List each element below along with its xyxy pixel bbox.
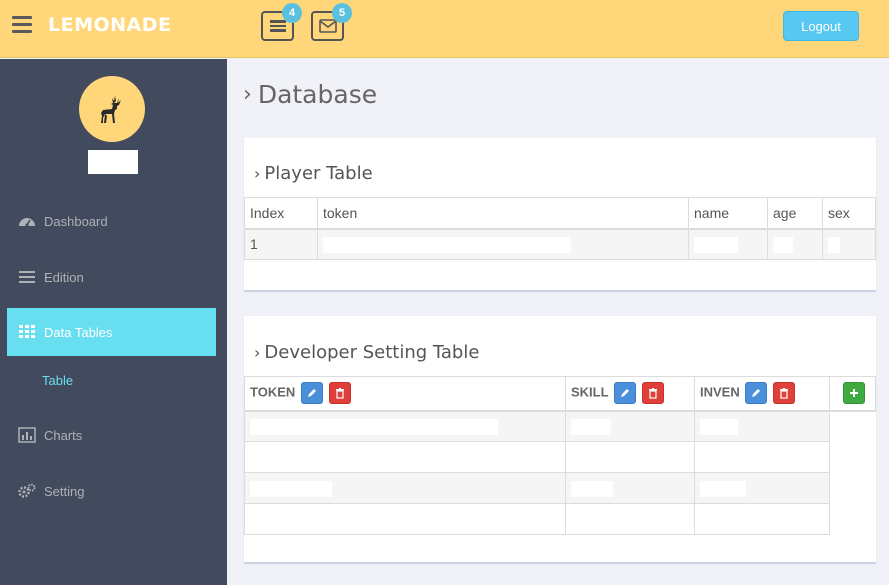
- player-table: Index token name age sex 1: [244, 197, 876, 260]
- table-row[interactable]: [244, 503, 876, 535]
- sidebar-item-setting[interactable]: Setting: [7, 467, 216, 515]
- sidebar-item-label: Edition: [44, 269, 84, 285]
- table-row[interactable]: [244, 441, 876, 473]
- table-header-row: Index token name age sex: [244, 197, 876, 230]
- sidebar-subitem-table[interactable]: Table: [42, 373, 73, 388]
- dashboard-icon: [19, 218, 35, 227]
- player-table-panel: › Player Table Index token name age sex …: [244, 138, 876, 290]
- cell-skill: [565, 472, 695, 504]
- tasks-button[interactable]: 4: [261, 3, 302, 41]
- sidebar-item-label: Setting: [44, 483, 85, 499]
- grid-icon: [19, 325, 35, 338]
- table-row[interactable]: 1: [244, 228, 876, 260]
- pencil-icon: [752, 389, 761, 398]
- edit-token-button[interactable]: [300, 382, 323, 405]
- pencil-icon: [307, 389, 316, 398]
- table-header-row: TOKEN SKILL INVEN: [244, 376, 876, 412]
- sidebar-item-edition[interactable]: Edition: [7, 253, 216, 301]
- panel-title: › Developer Setting Table: [254, 342, 479, 363]
- tasks-badge: 4: [282, 3, 302, 23]
- trash-icon: [779, 388, 788, 399]
- list-icon: [19, 271, 35, 283]
- page-title: › Database: [243, 80, 377, 109]
- column-header-index[interactable]: Index: [244, 197, 318, 230]
- table-row[interactable]: [244, 472, 876, 504]
- tasks-icon: [269, 20, 286, 32]
- cell-token: [244, 503, 566, 535]
- column-header-skill: SKILL: [565, 376, 695, 412]
- app-logo: LEMONADE: [48, 14, 172, 36]
- edit-skill-button[interactable]: [613, 382, 636, 405]
- column-header-name[interactable]: name: [688, 197, 768, 230]
- table-row[interactable]: [244, 410, 876, 442]
- trash-icon: [335, 388, 344, 399]
- column-header-age[interactable]: age: [767, 197, 823, 230]
- deer-icon: [101, 96, 121, 123]
- cell-token: [244, 410, 566, 442]
- column-header-token: TOKEN: [244, 376, 566, 412]
- cell-token: [244, 441, 566, 473]
- envelope-icon: [318, 19, 337, 33]
- column-header-token[interactable]: token: [317, 197, 689, 230]
- column-label: INVEN: [700, 384, 740, 400]
- cell-token: [317, 228, 689, 260]
- cell-inven: [694, 441, 830, 473]
- cell-age: [767, 228, 823, 260]
- column-header-sex[interactable]: sex: [822, 197, 876, 230]
- cell-skill: [565, 410, 695, 442]
- bar-chart-icon: [18, 427, 36, 443]
- page-title-text: Database: [257, 80, 378, 109]
- add-row-button[interactable]: [842, 382, 865, 405]
- logout-button[interactable]: Logout: [783, 11, 859, 41]
- sidebar-item-label: Data Tables: [44, 324, 113, 340]
- cell-token: [244, 472, 566, 504]
- delete-token-button[interactable]: [328, 382, 351, 405]
- panel-title-text: Player Table: [264, 163, 373, 184]
- developer-setting-table: TOKEN SKILL INVEN: [244, 376, 876, 535]
- pencil-icon: [620, 389, 629, 398]
- sidebar-item-label: Charts: [44, 427, 83, 443]
- cell-skill: [565, 503, 695, 535]
- cell-sex: [822, 228, 876, 260]
- edit-inven-button[interactable]: [745, 382, 768, 405]
- column-header-add: [829, 376, 876, 412]
- mail-badge: 5: [332, 3, 352, 23]
- trash-icon: [648, 388, 657, 399]
- gears-icon: [18, 483, 36, 498]
- delete-skill-button[interactable]: [641, 382, 664, 405]
- sidebar-item-data-tables[interactable]: Data Tables: [7, 308, 216, 356]
- sidebar: Dashboard Edition Data Tables Table Char…: [0, 59, 227, 585]
- chevron-right-icon: ›: [254, 343, 261, 362]
- developer-setting-panel: › Developer Setting Table TOKEN SKILL IN…: [244, 316, 876, 562]
- cell-empty: [829, 472, 876, 504]
- column-header-inven: INVEN: [694, 376, 830, 412]
- cell-empty: [829, 410, 876, 442]
- chevron-right-icon: ›: [243, 82, 252, 107]
- avatar[interactable]: [79, 76, 145, 142]
- mail-button[interactable]: 5: [311, 3, 352, 41]
- panel-title: › Player Table: [254, 163, 373, 184]
- sidebar-item-charts[interactable]: Charts: [7, 411, 216, 459]
- sidebar-item-dashboard[interactable]: Dashboard: [7, 197, 216, 245]
- cell-name: [688, 228, 768, 260]
- sidebar-item-label: Dashboard: [44, 213, 108, 229]
- column-label: SKILL: [571, 384, 609, 400]
- plus-icon: [849, 389, 858, 398]
- cell-empty: [830, 504, 876, 535]
- top-header: LEMONADE 4 5 Logout: [0, 0, 889, 58]
- cell-inven: [694, 472, 830, 504]
- delete-inven-button[interactable]: [772, 382, 795, 405]
- panel-title-text: Developer Setting Table: [264, 342, 480, 363]
- column-label: TOKEN: [250, 384, 296, 400]
- cell-empty: [830, 442, 876, 473]
- cell-inven: [694, 410, 830, 442]
- cell-index: 1: [244, 228, 318, 260]
- username-box: [88, 150, 138, 174]
- hamburger-menu-icon[interactable]: [12, 16, 32, 34]
- cell-inven: [694, 503, 830, 535]
- cell-skill: [565, 441, 695, 473]
- chevron-right-icon: ›: [254, 164, 261, 183]
